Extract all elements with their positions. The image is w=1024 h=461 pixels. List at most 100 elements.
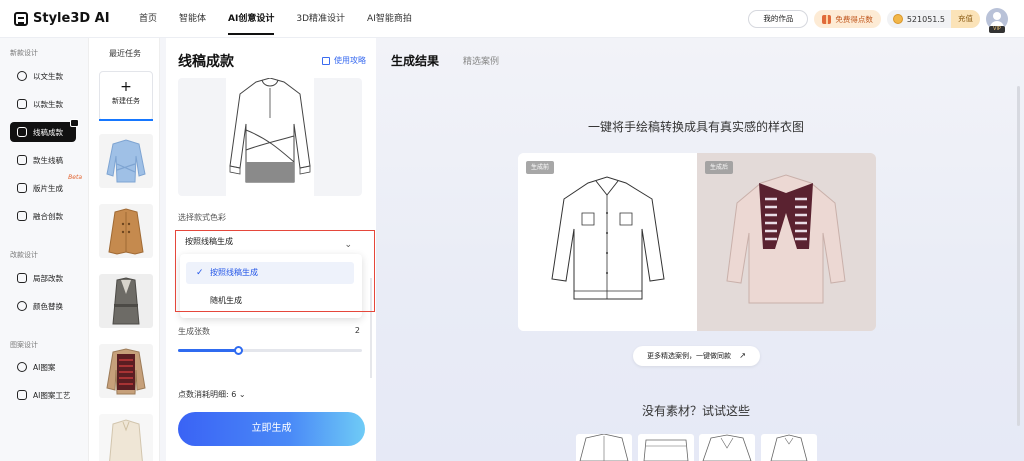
sidebar-item-label: AI图案 xyxy=(33,362,56,372)
chevron-down-icon: ⌄ xyxy=(238,390,246,399)
header-actions: 我的作品 免费得点数 521051.5 充值 VIP xyxy=(748,0,1024,38)
sidebar-group-new-design: 新款设计 xyxy=(10,49,38,57)
book-icon xyxy=(322,56,330,65)
slider-fill xyxy=(178,349,239,352)
user-avatar[interactable]: VIP xyxy=(986,8,1008,33)
nav-ai-creative-design[interactable]: AI创意设计 xyxy=(217,0,285,38)
pattern-piece-icon xyxy=(17,183,27,193)
sidebar-item-color-replace[interactable]: 颜色替换 xyxy=(10,296,76,316)
sidebar-item-sketch-to-design[interactable]: 线稿成款 xyxy=(10,119,79,142)
sidebar-item-pattern-generation[interactable]: 版片生成 Beta xyxy=(10,174,82,198)
recent-task-thumbnail[interactable] xyxy=(99,274,153,328)
sidebar-item-label: 以文生款 xyxy=(33,71,63,81)
before-after-demo: 生成前 生成后 xyxy=(518,153,876,331)
sidebar-group-print-design: 图案设计 xyxy=(10,341,38,349)
slider-handle[interactable] xyxy=(234,346,244,355)
points-cost-label: 点数消耗明细: 6 xyxy=(178,390,237,399)
sidebar-item-label: AI图案工艺 xyxy=(33,390,71,400)
recent-task-thumbnail[interactable] xyxy=(99,204,153,258)
local-modify-icon xyxy=(17,273,27,283)
sidebar-item-label: 款生线稿 xyxy=(33,155,63,165)
recent-tasks-title: 最近任务 xyxy=(109,49,141,58)
sidebar-item-label: 线稿成款 xyxy=(33,127,63,137)
sidebar-item-fusion-design[interactable]: 融合创款 xyxy=(10,206,76,226)
color-section-label: 选择款式色彩 xyxy=(178,213,226,222)
print-craft-icon xyxy=(17,390,27,400)
sidebar-item-ai-print-craft[interactable]: AI图案工艺 xyxy=(10,385,76,405)
sample-sketch[interactable] xyxy=(699,434,755,461)
coin-icon xyxy=(892,14,903,24)
sidebar-group-modify-design: 改款设计 xyxy=(10,251,38,259)
tab-featured-cases[interactable]: 精选案例 xyxy=(463,54,499,67)
sidebar-item-local-modify[interactable]: 局部改款 xyxy=(10,268,76,288)
shirt-icon xyxy=(17,127,27,137)
new-badge-icon xyxy=(70,119,79,127)
design-to-design-icon xyxy=(17,99,27,109)
sidebar-item-label: 以款生款 xyxy=(33,99,63,109)
count-slider[interactable] xyxy=(178,346,362,355)
fusion-icon xyxy=(17,211,27,221)
tshirt-icon xyxy=(17,155,27,165)
result-area: 生成结果 精选案例 一键将手绘稿转换成具有真实感的样衣图 生成前 生成后 更多精… xyxy=(376,38,1024,461)
recharge-button[interactable]: 充值 xyxy=(951,10,980,28)
main-nav: 首页 智能体 AI创意设计 3D精准设计 AI智能商拍 xyxy=(128,0,423,38)
more-cases-button[interactable]: 更多精选案例，一键做同款 ↗ xyxy=(633,346,760,366)
recent-task-thumbnail[interactable] xyxy=(99,344,153,398)
empty-state-headline: 一键将手绘稿转换成具有真实感的样衣图 xyxy=(587,120,804,134)
sidebar-item-design-to-design[interactable]: 以款生款 xyxy=(10,94,76,114)
nav-home[interactable]: 首页 xyxy=(128,0,168,38)
vip-badge: VIP xyxy=(989,26,1005,33)
free-points-label: 免费得点数 xyxy=(835,14,873,24)
usage-guide-label: 使用攻略 xyxy=(334,56,366,65)
new-task-label: 新建任务 xyxy=(112,97,140,105)
points-cost-detail[interactable]: 点数消耗明细: 6 ⌄ xyxy=(178,389,246,400)
ai-print-icon xyxy=(17,362,27,372)
beta-badge: Beta xyxy=(68,174,82,181)
my-works-button[interactable]: 我的作品 xyxy=(748,10,809,28)
style3d-logo-icon xyxy=(14,11,28,26)
usage-guide-link[interactable]: 使用攻略 xyxy=(322,55,366,66)
points-balance: 521051.5 充值 xyxy=(886,10,980,28)
sample-sketch[interactable] xyxy=(576,434,632,461)
generate-button[interactable]: 立即生成 xyxy=(178,412,365,446)
sketch-preview-image xyxy=(226,78,314,196)
main-scrollbar[interactable] xyxy=(1017,86,1020,426)
sidebar-item-label: 融合创款 xyxy=(33,211,63,221)
brand-name: Style3D AI xyxy=(33,11,110,26)
demo-before-image: 生成前 xyxy=(518,153,697,331)
after-tag: 生成后 xyxy=(705,161,734,174)
demo-after-image: 生成后 xyxy=(697,153,876,331)
nav-agent[interactable]: 智能体 xyxy=(168,0,217,38)
free-points-button[interactable]: 免费得点数 xyxy=(814,10,881,28)
text-to-design-icon xyxy=(17,71,27,81)
tab-results[interactable]: 生成结果 xyxy=(391,52,439,69)
gift-icon xyxy=(822,14,832,24)
arrow-up-right-icon: ↗ xyxy=(739,351,746,360)
more-cases-label: 更多精选案例，一键做同款 xyxy=(647,352,732,360)
nav-3d-design[interactable]: 3D精准设计 xyxy=(285,0,356,38)
nav-ai-photoshoot[interactable]: AI智能商拍 xyxy=(356,0,423,38)
sample-sketch[interactable] xyxy=(761,434,817,461)
sample-sketch[interactable] xyxy=(638,434,694,461)
top-bar: Style3D AI 首页 智能体 AI创意设计 3D精准设计 AI智能商拍 我… xyxy=(0,0,1024,38)
left-sidebar: 新款设计 以文生款 以款生款 线稿成款 款生线稿 版片生成 Beta 融合创款 … xyxy=(0,38,88,461)
recent-task-thumbnail[interactable] xyxy=(99,134,153,188)
sample-section-title: 没有素材？试试这些 xyxy=(641,404,750,418)
brand-logo[interactable]: Style3D AI xyxy=(14,11,114,26)
recent-tasks: 最近任务 + 新建任务 xyxy=(88,38,160,461)
recent-task-thumbnail[interactable] xyxy=(99,414,153,461)
sidebar-item-label: 局部改款 xyxy=(33,273,63,283)
color-drop-icon xyxy=(17,301,27,311)
new-task-button[interactable]: + 新建任务 xyxy=(99,71,153,121)
new-task-underline xyxy=(99,119,153,121)
sidebar-item-ai-print[interactable]: AI图案 xyxy=(10,357,76,377)
count-label: 生成张数 xyxy=(178,327,210,336)
sidebar-item-design-to-sketch[interactable]: 款生线稿 xyxy=(10,150,76,170)
highlight-box xyxy=(175,230,375,312)
sketch-upload-area[interactable] xyxy=(178,78,362,196)
balance-value: 521051.5 xyxy=(906,14,945,24)
plus-icon: + xyxy=(120,79,132,95)
count-value: 2 xyxy=(354,326,360,335)
sidebar-item-label: 颜色替换 xyxy=(33,301,63,311)
sidebar-item-text-to-design[interactable]: 以文生款 xyxy=(10,66,76,86)
